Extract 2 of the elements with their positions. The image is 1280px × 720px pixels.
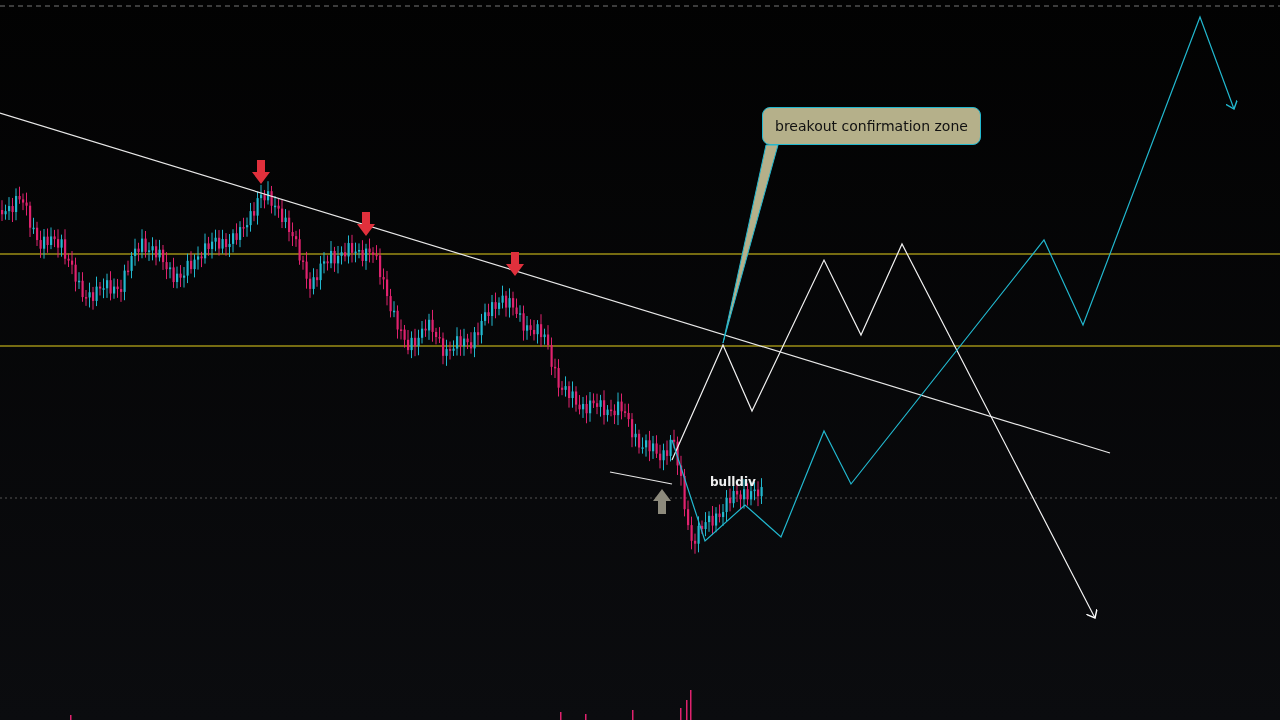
- chart-label: bulldiv: [710, 475, 756, 489]
- callout-label: breakout confirmation zone: [762, 107, 981, 145]
